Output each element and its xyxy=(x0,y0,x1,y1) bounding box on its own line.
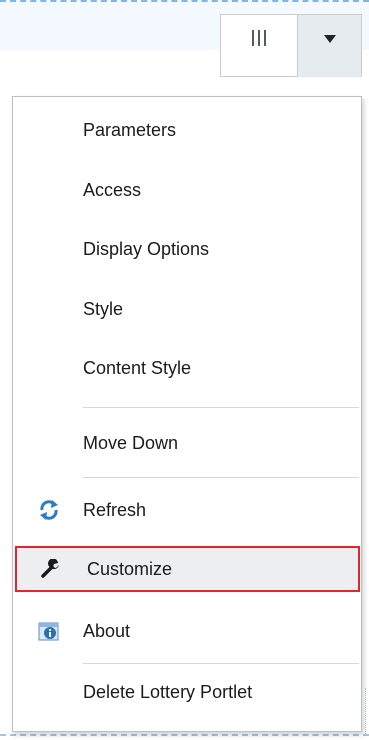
resize-handle xyxy=(365,688,366,734)
portlet-region: Parameters Access Display Options Style … xyxy=(0,0,369,740)
menu-item-label: Access xyxy=(83,179,142,200)
menu-item-label: Style xyxy=(83,298,124,319)
menu-item-content-style[interactable]: Content Style xyxy=(13,345,361,391)
menu-item-display-options[interactable]: Display Options xyxy=(13,226,361,272)
menu-item-label: Refresh xyxy=(83,499,147,520)
columns-icon xyxy=(252,29,266,46)
menu-item-move-down[interactable]: Move Down xyxy=(13,420,361,466)
menu-item-parameters[interactable]: Parameters xyxy=(13,107,361,153)
menu-item-label: Content Style xyxy=(83,357,192,378)
menu-item-about[interactable]: About xyxy=(13,608,361,654)
menu-item-label: Delete Lottery Portlet xyxy=(83,681,253,702)
menu-item-customize[interactable]: Customize xyxy=(15,546,360,592)
menu-item-label: About xyxy=(83,620,131,641)
menu-separator xyxy=(83,663,359,664)
menu-item-style[interactable]: Style xyxy=(13,286,361,332)
refresh-icon xyxy=(37,498,61,522)
menu-separator xyxy=(83,477,359,478)
menu-separator xyxy=(83,407,359,408)
portlet-bottom-border xyxy=(0,734,369,736)
caret-down-icon xyxy=(323,35,336,43)
menu-item-delete-portlet[interactable]: Delete Lottery Portlet xyxy=(13,669,361,715)
menu-item-label: Move Down xyxy=(83,432,179,453)
menu-item-label: Customize xyxy=(87,558,173,579)
menu-item-access[interactable]: Access xyxy=(13,167,361,213)
portlet-actions-dropdown-button[interactable] xyxy=(297,14,362,77)
info-icon xyxy=(37,619,61,643)
portlet-actions-menu: Parameters Access Display Options Style … xyxy=(12,96,362,732)
menu-item-label: Parameters xyxy=(83,119,177,140)
wrench-icon xyxy=(39,557,63,581)
menu-item-refresh[interactable]: Refresh xyxy=(13,487,361,533)
menu-item-label: Display Options xyxy=(83,238,210,259)
columns-button[interactable] xyxy=(220,14,297,77)
